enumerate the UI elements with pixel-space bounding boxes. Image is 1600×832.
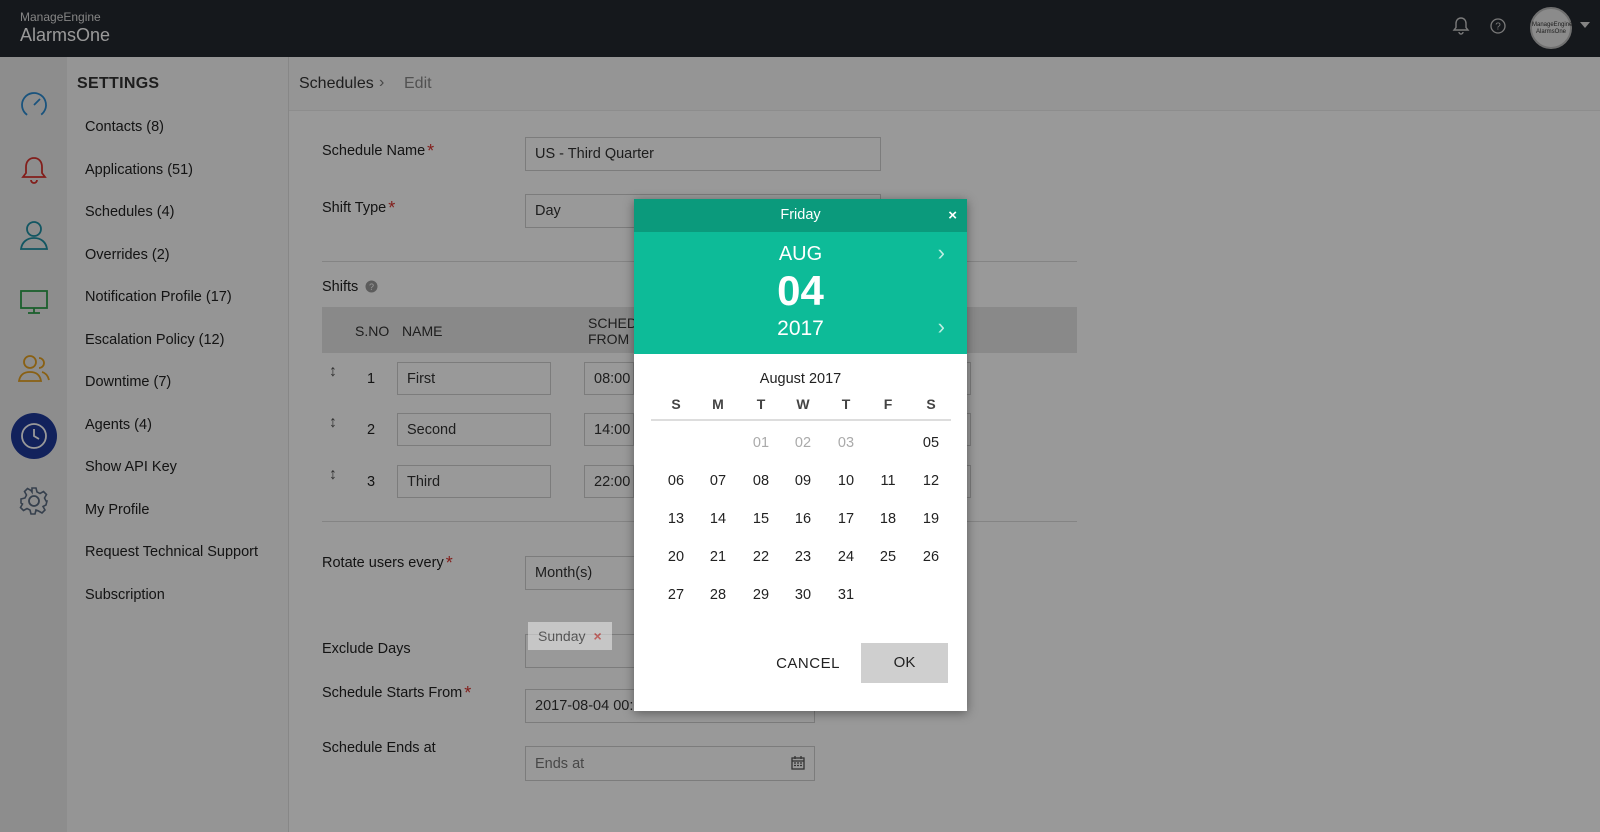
weekday-header: F [883,396,893,412]
calendar-day[interactable]: 15 [741,504,781,534]
weekday-header: S [926,396,936,412]
calendar-day[interactable]: 17 [826,504,866,534]
calendar-day-number: 13 [667,511,685,527]
calendar-day-number: 28 [709,587,727,603]
calendar-day[interactable]: 03 [826,428,866,458]
exclude-day-tag-label: Sunday [538,628,586,644]
picker-header: AUG 04 2017 › › [634,232,967,354]
picker-weekday-text: Friday [780,207,821,223]
picker-year[interactable]: 2017 [634,317,967,341]
calendar-day[interactable]: 27 [656,580,696,610]
calendar-day[interactable]: 31 [826,580,866,610]
calendar-day[interactable]: 10 [826,466,866,496]
calendar-month-title: August 2017 [759,371,842,387]
calendar-day[interactable]: 28 [698,580,738,610]
calendar-day[interactable]: 09 [783,466,823,496]
picker-weekday: Friday × [634,199,967,232]
calendar-day[interactable]: 23 [783,542,823,572]
calendar-day[interactable]: 07 [698,466,738,496]
weekday-divider [651,419,951,421]
calendar-day-number: 24 [837,549,855,565]
calendar-day-number: 12 [922,473,940,489]
calendar-day[interactable]: 19 [911,504,951,534]
calendar-day[interactable]: 08 [741,466,781,496]
calendar-day-number: 23 [794,549,812,565]
calendar-day[interactable]: 12 [911,466,951,496]
calendar-day[interactable]: 02 [783,428,823,458]
calendar-day-number: 19 [922,511,940,527]
close-icon[interactable]: × [948,199,957,232]
calendar-day[interactable]: 06 [656,466,696,496]
calendar-day-number: 31 [837,587,855,603]
calendar-day-number: 17 [837,511,855,527]
calendar-day[interactable]: 11 [868,466,908,496]
calendar-day-number: 30 [794,587,812,603]
calendar-day-number: 25 [879,549,897,565]
calendar-day[interactable]: 24 [826,542,866,572]
calendar-day-number: 20 [667,549,685,565]
calendar-day-number: 04 [879,435,897,451]
weekday-header: T [841,396,851,412]
calendar-day[interactable]: 05 [911,428,951,458]
calendar-day-number: 14 [709,511,727,527]
cancel-button[interactable]: CANCEL [763,644,853,684]
calendar-day-number: 11 [880,473,896,489]
calendar-day-number: 29 [752,587,770,603]
calendar-day[interactable]: 18 [868,504,908,534]
calendar-day-number: 06 [667,473,685,489]
date-picker-dialog: Friday × AUG 04 2017 › › August 2017 SMT… [634,199,967,711]
calendar-day-number: 05 [922,435,940,451]
calendar-day-number: 21 [709,549,727,565]
calendar-day[interactable]: 26 [911,542,951,572]
calendar-day-number: 07 [709,473,727,489]
calendar-day[interactable]: 25 [868,542,908,572]
picker-date: 04 [777,267,824,314]
picker-month[interactable]: AUG [634,243,967,266]
calendar-day[interactable]: 20 [656,542,696,572]
weekday-header: T [756,396,766,412]
calendar-day-number: 18 [879,511,897,527]
calendar-day-number: 09 [794,473,812,489]
calendar-day-number: 15 [752,511,770,527]
calendar-day[interactable]: 14 [698,504,738,534]
calendar-day-number: 27 [667,587,685,603]
calendar-day[interactable]: 30 [783,580,823,610]
calendar-day[interactable]: 22 [741,542,781,572]
calendar-day-number: 08 [752,473,770,489]
calendar-day[interactable]: 13 [656,504,696,534]
remove-tag-close-icon[interactable]: × [593,628,601,644]
weekday-header: S [671,396,681,412]
calendar-day-number: 10 [837,473,855,489]
calendar-day[interactable]: 21 [698,542,738,572]
calendar-day-number: 03 [837,435,855,451]
calendar-day-number: 26 [922,549,940,565]
calendar-day[interactable]: 29 [741,580,781,610]
calendar-day-selected[interactable]: 04 [868,428,908,458]
ok-button[interactable]: OK [861,643,948,683]
weekday-header: M [712,396,724,412]
next-year-chevron-right-icon[interactable]: › [938,314,945,340]
calendar-day-number: 16 [794,511,812,527]
calendar-day[interactable]: 16 [783,504,823,534]
calendar-day-number: 02 [794,435,812,451]
calendar-day[interactable]: 01 [741,428,781,458]
next-month-chevron-right-icon[interactable]: › [938,240,945,266]
calendar-day-number: 01 [752,435,770,451]
weekday-header: W [796,396,810,412]
exclude-day-tag: Sunday × [528,622,612,650]
calendar-day-number: 22 [752,549,770,565]
